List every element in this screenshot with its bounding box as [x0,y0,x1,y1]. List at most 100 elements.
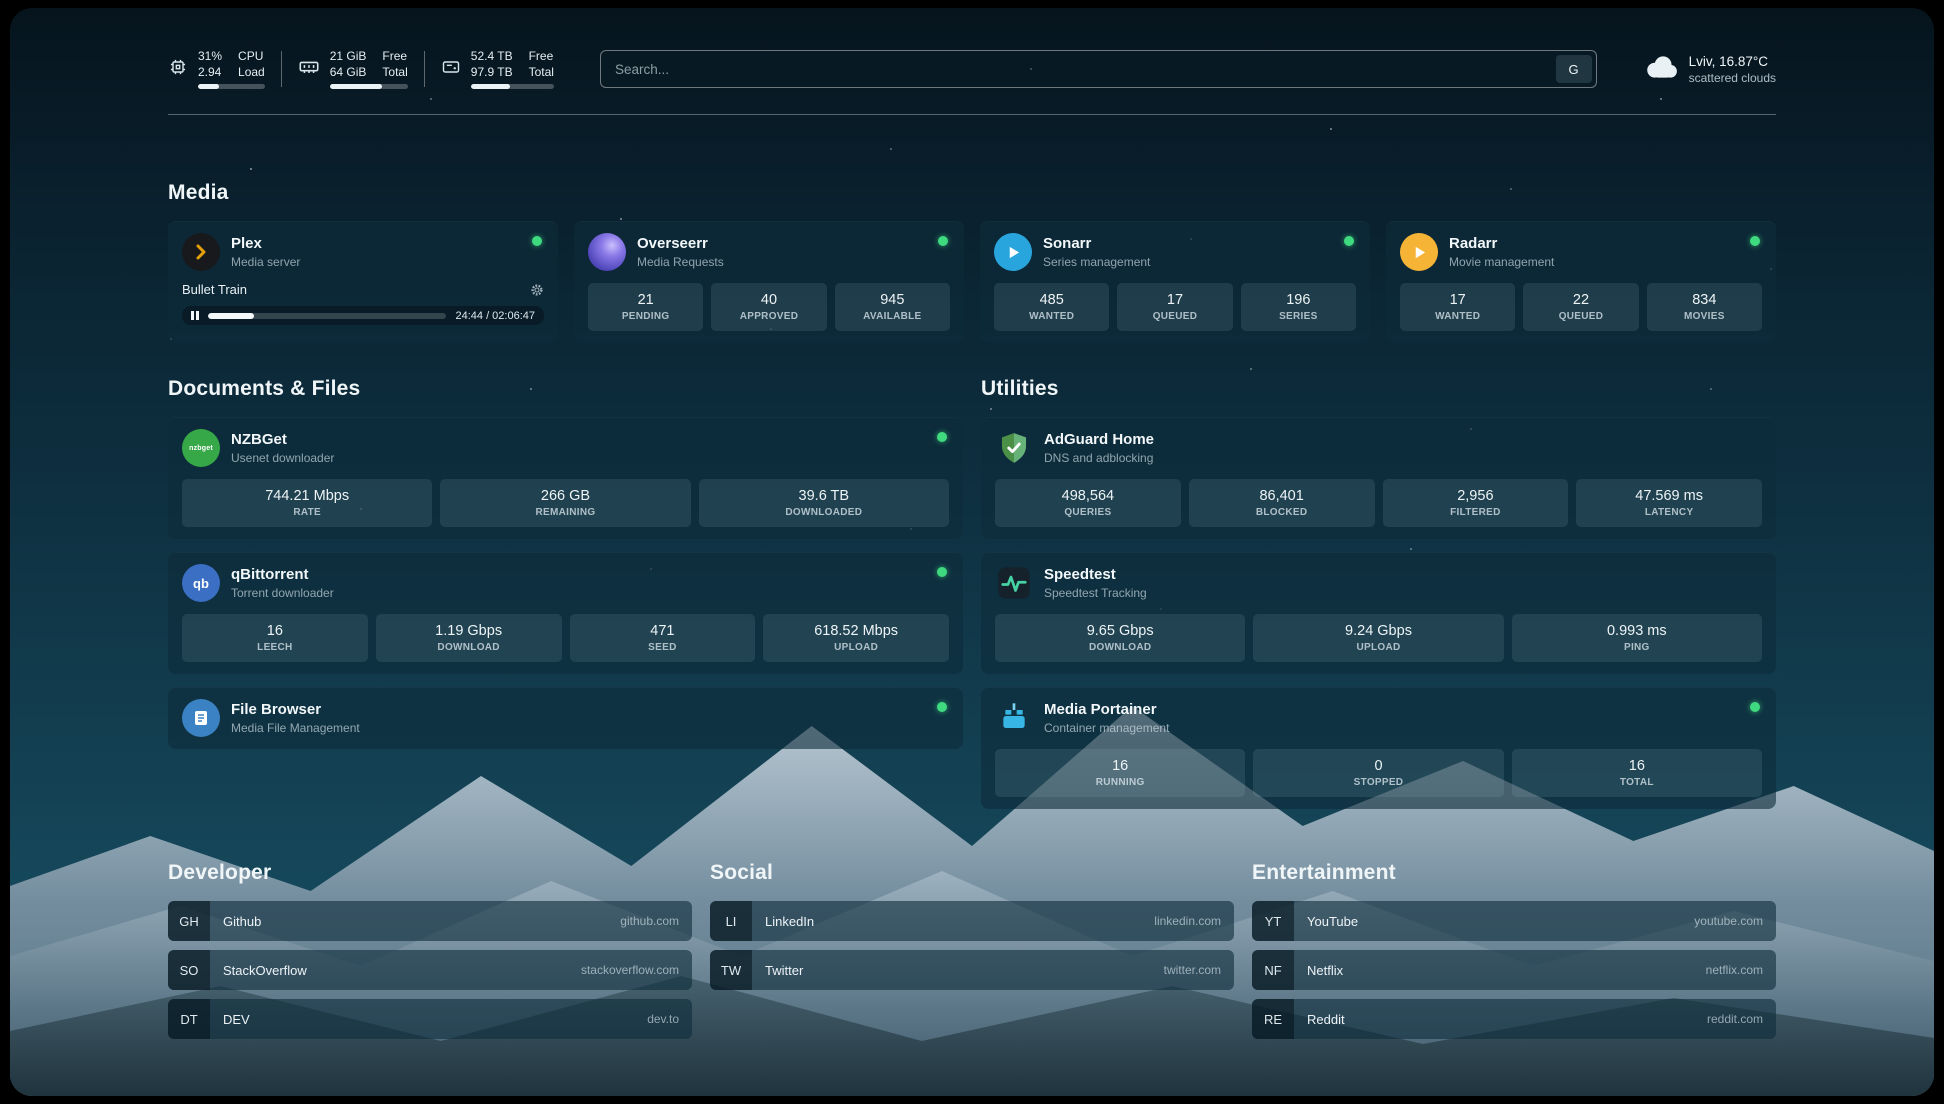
bookmarks: Developer GH Github github.com SO StackO… [168,861,1776,1048]
stat-value: 86,401 [1193,488,1371,504]
bookmark-reddit[interactable]: RE Reddit reddit.com [1252,999,1776,1039]
service-title: AdGuard Home [1044,431,1154,449]
pause-icon[interactable] [191,311,199,320]
memory-progress-fill [330,84,382,89]
bookmark-url: twitter.com [1164,963,1234,977]
service-subtitle: Media Requests [637,255,724,269]
stat-label: DOWNLOADED [703,507,945,518]
status-dot-online [937,702,947,712]
stat-value: 17 [1404,292,1511,308]
stat-label: WANTED [998,311,1105,322]
status-dot-online [1750,236,1760,246]
stat-box: 0.993 msPING [1512,614,1762,662]
bookmark-rows: YT YouTube youtube.com NF Netflix netfli… [1252,901,1776,1039]
service-card-adguard[interactable]: AdGuard Home DNS and adblocking 498,564Q… [981,417,1776,539]
stat-label: REMAINING [444,507,686,518]
stat-box: 744.21 MbpsRATE [182,479,432,527]
service-card-radarr[interactable]: Radarr Movie management 17WANTED 22QUEUE… [1386,221,1776,343]
stat-value: 16 [186,623,364,639]
stat-label: QUEUED [1527,311,1634,322]
service-title: qBittorrent [231,566,334,584]
bookmark-url: youtube.com [1694,914,1776,928]
weather-widget[interactable]: Lviv, 16.87°C scattered clouds [1643,54,1776,85]
gear-icon[interactable] [530,283,544,297]
media-cards: Plex Media server Bullet Train [168,221,1776,343]
service-card-overseerr[interactable]: Overseerr Media Requests 21PENDING 40APP… [574,221,964,343]
stats-row: 16RUNNING 0STOPPED 16TOTAL [995,749,1762,797]
cpu-load-value: 2.94 [198,65,222,81]
bookmark-group-title: Social [710,861,1234,885]
bookmark-name: StackOverflow [210,963,581,978]
stat-box: 22QUEUED [1523,283,1638,331]
memory-free-label: Free [382,49,407,65]
service-card-nzbget[interactable]: nzbget NZBGet Usenet downloader 744.21 M… [168,417,963,539]
adguard-shield-icon [995,429,1033,467]
service-card-portainer[interactable]: Media Portainer Container management 16R… [981,687,1776,809]
stat-box: 86,401BLOCKED [1189,479,1375,527]
stat-value: 485 [998,292,1105,308]
stat-label: MOVIES [1651,311,1758,322]
section-title-utilities: Utilities [981,377,1776,401]
bookmark-name: Reddit [1294,1012,1707,1027]
overseerr-icon [588,233,626,271]
plex-player-bar[interactable]: 24:44 / 02:06:47 [182,306,544,325]
stat-box: 266 GB REMAINING [440,479,690,527]
stat-box: 471SEED [570,614,756,662]
stat-label: DOWNLOAD [380,642,558,653]
bookmark-stackoverflow[interactable]: SO StackOverflow stackoverflow.com [168,950,692,990]
card-header: AdGuard Home DNS and adblocking [995,429,1762,467]
service-card-filebrowser[interactable]: File Browser Media File Management [168,687,963,749]
service-card-qbittorrent[interactable]: qb qBittorrent Torrent downloader 16LEEC… [168,552,963,674]
bookmark-twitter[interactable]: TW Twitter twitter.com [710,950,1234,990]
stat-value: 471 [574,623,752,639]
bookmark-dev[interactable]: DT DEV dev.to [168,999,692,1039]
memory-widget: 21 GiB 64 GiB Free Total [298,49,408,89]
card-header: qb qBittorrent Torrent downloader [182,564,949,602]
stats-row: 485WANTED 17QUEUED 196SERIES [994,283,1356,331]
search-input[interactable] [600,50,1597,88]
plex-icon [182,233,220,271]
bookmark-rows: GH Github github.com SO StackOverflow st… [168,901,692,1039]
stat-label: PING [1516,642,1758,653]
service-card-sonarr[interactable]: Sonarr Series management 485WANTED 17QUE… [980,221,1370,343]
bookmark-linkedin[interactable]: LI LinkedIn linkedin.com [710,901,1234,941]
stat-label: FILTERED [1387,507,1565,518]
stats-row: 16LEECH 1.19 GbpsDOWNLOAD 471SEED 618.52… [182,614,949,662]
bookmark-abbr: LI [710,901,752,941]
bookmark-netflix[interactable]: NF Netflix netflix.com [1252,950,1776,990]
stat-label: RUNNING [999,777,1241,788]
stat-box: 17WANTED [1400,283,1515,331]
cloud-icon [1643,54,1679,85]
documents-cards: nzbget NZBGet Usenet downloader 744.21 M… [168,417,963,749]
service-card-speedtest[interactable]: Speedtest Speedtest Tracking 9.65 GbpsDO… [981,552,1776,674]
stat-value: 744.21 Mbps [186,488,428,504]
card-titles: Speedtest Speedtest Tracking [1044,566,1147,600]
card-header: Radarr Movie management [1400,233,1762,271]
plex-time: 24:44 / 02:06:47 [455,310,535,322]
stat-value: 945 [839,292,946,308]
section-title-media: Media [168,181,1776,205]
search-provider-button[interactable]: G [1556,55,1592,83]
stat-value: 266 GB [444,488,686,504]
section-utilities: Utilities AdGu [981,377,1776,809]
stat-box: 2,956FILTERED [1383,479,1569,527]
bookmark-url: dev.to [647,1012,692,1026]
bookmark-url: linkedin.com [1154,914,1234,928]
service-subtitle: Movie management [1449,255,1554,269]
bookmark-youtube[interactable]: YT YouTube youtube.com [1252,901,1776,941]
memory-total-label: Total [382,65,407,81]
bookmark-github[interactable]: GH Github github.com [168,901,692,941]
cpu-icon [168,57,188,82]
stat-value: 21 [592,292,699,308]
weather-texts: Lviv, 16.87°C scattered clouds [1689,54,1776,85]
stat-label: TOTAL [1516,777,1758,788]
memory-icon [298,56,320,83]
service-subtitle: Media server [231,255,300,269]
service-title: Overseerr [637,235,724,253]
stat-label: DOWNLOAD [999,642,1241,653]
service-card-plex[interactable]: Plex Media server Bullet Train [168,221,558,343]
status-dot-online [937,567,947,577]
bookmark-url: github.com [620,914,692,928]
disk-stats: 52.4 TB 97.9 TB Free Total [471,49,554,89]
dashboard-frame: 31% 2.94 CPU Load [10,8,1934,1096]
